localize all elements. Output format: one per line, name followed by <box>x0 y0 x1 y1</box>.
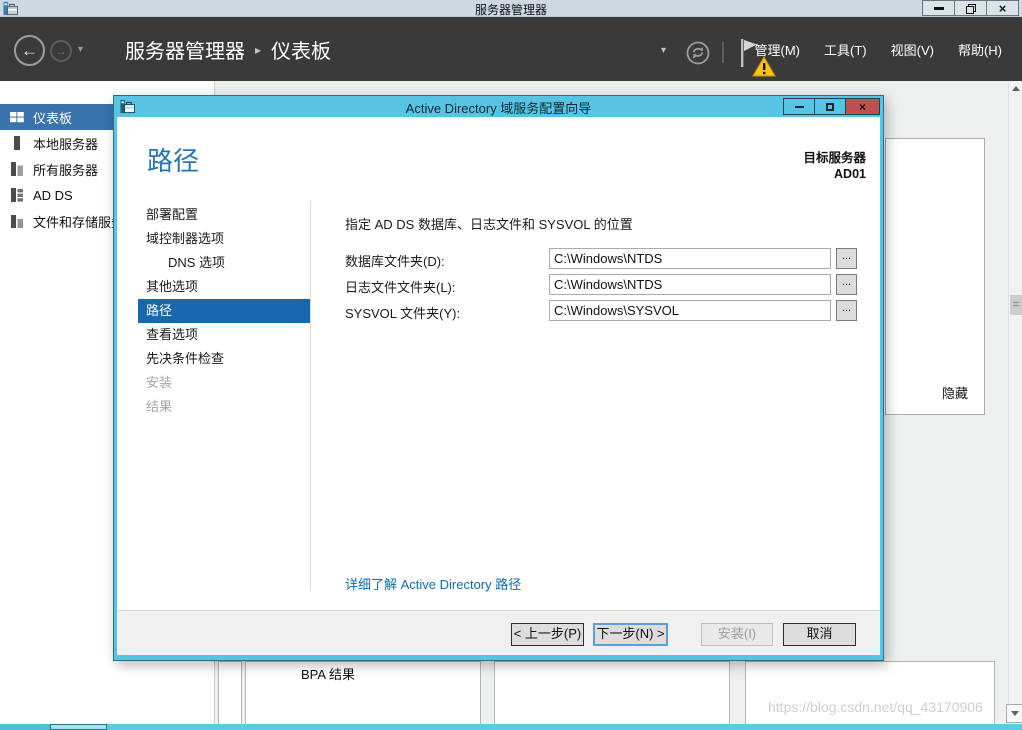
vertical-scrollbar[interactable] <box>1008 81 1022 724</box>
restore-button[interactable] <box>954 0 987 16</box>
next-button[interactable]: 下一步(N) > <box>593 623 668 646</box>
step-paths[interactable]: 路径 <box>138 299 310 323</box>
dashboard-grid-icon <box>10 110 24 124</box>
close-icon: × <box>999 2 1007 15</box>
adds-config-wizard-dialog: Active Directory 域服务配置向导 × 路径 目标服务器 AD01… <box>113 95 884 661</box>
dialog-window-controls: × <box>784 98 880 115</box>
minimize-icon <box>795 106 804 108</box>
window-titlebar: 服务器管理器 × <box>0 0 1022 17</box>
dashboard-tile <box>218 661 242 724</box>
step-additional-options[interactable]: 其他选项 <box>138 275 310 299</box>
taskbar-start-segment[interactable] <box>0 724 50 730</box>
target-server-block: 目标服务器 AD01 <box>803 150 866 183</box>
database-folder-label: 数据库文件夹(D): <box>345 251 445 270</box>
step-prerequisites-check[interactable]: 先决条件检查 <box>138 347 310 371</box>
forward-button[interactable]: → <box>50 40 72 62</box>
back-arrow-icon: ← <box>21 41 38 61</box>
breadcrumb-current[interactable]: 仪表板 <box>271 35 331 64</box>
window-title: 服务器管理器 <box>0 1 1022 18</box>
dashboard-tile <box>494 661 730 724</box>
history-dropdown-icon[interactable]: ▾ <box>78 44 83 55</box>
nav-content-divider <box>310 201 311 590</box>
sidebar-item-label: 本地服务器 <box>33 134 98 153</box>
command-bar: ← → ▾ 服务器管理器 ▸ 仪表板 ▾ <box>0 17 1022 81</box>
menu-view[interactable]: 视图(V) <box>891 40 934 59</box>
hide-link[interactable]: 隐藏 <box>942 383 968 402</box>
restore-icon <box>966 4 975 13</box>
scroll-down-button[interactable] <box>1006 704 1022 723</box>
maximize-icon <box>826 103 834 111</box>
log-folder-label: 日志文件文件夹(L): <box>345 277 456 296</box>
step-dns-options[interactable]: DNS 选项 <box>138 251 310 275</box>
welcome-tile: 隐藏 <box>885 138 985 415</box>
forward-arrow-icon: → <box>55 44 67 58</box>
database-folder-input[interactable] <box>549 248 831 269</box>
close-icon: × <box>859 101 866 113</box>
previous-button[interactable]: < 上一步(P) <box>511 623 584 646</box>
menu-manage[interactable]: 管理(M) <box>755 40 801 59</box>
log-folder-browse-button[interactable]: ... <box>836 274 857 295</box>
breadcrumb-separator-icon: ▸ <box>255 41 261 57</box>
dialog-content: 路径 目标服务器 AD01 部署配置 域控制器选项 DNS 选项 其他选项 路径… <box>117 117 880 610</box>
dialog-close-button[interactable]: × <box>845 98 880 115</box>
wizard-steps-nav: 部署配置 域控制器选项 DNS 选项 其他选项 路径 查看选项 先决条件检查 安… <box>138 203 310 419</box>
menu-help[interactable]: 帮助(H) <box>958 40 1002 59</box>
sidebar-item-label: 文件和存储服务 <box>33 212 124 231</box>
refresh-button[interactable] <box>686 41 710 65</box>
step-dc-options[interactable]: 域控制器选项 <box>138 227 310 251</box>
tasks-dropdown-icon[interactable]: ▾ <box>661 45 666 56</box>
sysvol-folder-label: SYSVOL 文件夹(Y): <box>345 303 460 322</box>
dialog-minimize-button[interactable] <box>783 98 815 115</box>
learn-more-link[interactable]: 详细了解 Active Directory 路径 <box>345 574 521 593</box>
header-divider <box>722 42 724 63</box>
back-button[interactable]: ← <box>14 35 45 66</box>
page-title: 路径 <box>147 141 199 178</box>
file-storage-icon <box>10 214 24 228</box>
dialog-titlebar: Active Directory 域服务配置向导 × <box>114 96 883 117</box>
minimize-button[interactable] <box>922 0 955 16</box>
scroll-up-icon[interactable] <box>1012 86 1020 91</box>
step-installation: 安装 <box>138 371 310 395</box>
database-folder-browse-button[interactable]: ... <box>836 248 857 269</box>
sidebar-item-label: 仪表板 <box>33 108 72 127</box>
paths-intro-text: 指定 AD DS 数据库、日志文件和 SYSVOL 的位置 <box>345 214 633 233</box>
step-deployment-config[interactable]: 部署配置 <box>138 203 310 227</box>
dialog-maximize-button[interactable] <box>814 98 846 115</box>
servers-icon <box>10 162 24 176</box>
target-server-name: AD01 <box>803 166 866 182</box>
sidebar-item-label: 所有服务器 <box>33 160 98 179</box>
install-button: 安装(I) <box>701 623 773 646</box>
dashboard-tile-bpa: BPA 结果 <box>245 661 481 724</box>
step-review-options[interactable]: 查看选项 <box>138 323 310 347</box>
bpa-results-label: BPA 结果 <box>301 664 355 683</box>
cancel-button[interactable]: 取消 <box>783 623 856 646</box>
sysvol-folder-input[interactable] <box>549 300 831 321</box>
dialog-footer: < 上一步(P) 下一步(N) > 安装(I) 取消 <box>117 610 880 655</box>
scrollbar-thumb[interactable] <box>1010 295 1022 315</box>
sidebar-item-label: AD DS <box>33 188 73 203</box>
sysvol-folder-browse-button[interactable]: ... <box>836 300 857 321</box>
breadcrumb: 服务器管理器 ▸ 仪表板 <box>125 17 331 81</box>
window-controls: × <box>923 0 1019 17</box>
target-server-label: 目标服务器 <box>803 150 866 166</box>
menu-bar: 管理(M) 工具(T) 视图(V) 帮助(H) <box>755 17 1003 81</box>
log-folder-input[interactable] <box>549 274 831 295</box>
taskbar[interactable] <box>0 724 1022 730</box>
server-manager-window: 服务器管理器 × ← → ▾ 服务器管理器 ▸ 仪表板 ▾ <box>0 0 1022 730</box>
watermark-text: https://blog.csdn.net/qq_43170906 <box>768 699 983 715</box>
breadcrumb-root[interactable]: 服务器管理器 <box>125 35 245 64</box>
minimize-icon <box>934 7 944 10</box>
close-button[interactable]: × <box>986 0 1019 16</box>
ad-ds-icon <box>10 188 24 202</box>
dialog-title: Active Directory 域服务配置向导 <box>114 98 883 117</box>
server-icon <box>10 136 24 150</box>
menu-tools[interactable]: 工具(T) <box>824 40 867 59</box>
step-results: 结果 <box>138 395 310 419</box>
taskbar-active-app-segment[interactable] <box>50 724 107 730</box>
